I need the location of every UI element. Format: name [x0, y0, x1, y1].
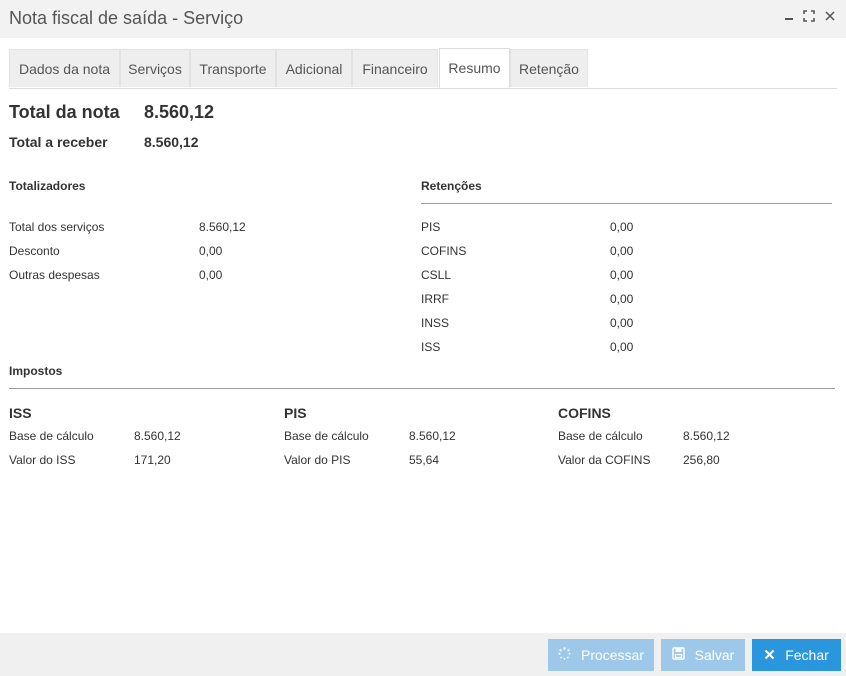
tab-servicos[interactable]: Serviços: [120, 49, 190, 87]
imposto-label: Base de cálculo: [9, 429, 94, 443]
retencao-value: 0,00: [610, 220, 634, 234]
totalizador-value: 0,00: [199, 244, 223, 258]
retencao-value: 0,00: [610, 244, 634, 258]
impostos-divider: [9, 388, 835, 389]
processar-label: Processar: [580, 647, 645, 663]
salvar-button[interactable]: Salvar: [661, 639, 745, 671]
total-receber-label: Total a receber: [9, 134, 108, 150]
minimize-icon[interactable]: [782, 10, 796, 26]
totalizador-value: 0,00: [199, 268, 223, 282]
close-icon: [764, 648, 775, 663]
imposto-value: 8.560,12: [409, 429, 456, 443]
retencoes-title: Retenções: [421, 179, 482, 193]
retencao-label: IRRF: [421, 292, 449, 306]
imposto-label: Valor do PIS: [284, 453, 351, 467]
totalizadores-title: Totalizadores: [9, 179, 86, 193]
processar-button[interactable]: Processar: [548, 639, 654, 671]
totalizador-value: 8.560,12: [199, 220, 246, 234]
tab-retencao[interactable]: Retenção: [510, 49, 588, 87]
total-nota-value: 8.560,12: [144, 102, 215, 122]
window-titlebar: Nota fiscal de saída - Serviço: [0, 0, 846, 38]
salvar-label: Salvar: [694, 647, 735, 663]
imposto-label: Base de cálculo: [284, 429, 369, 443]
tab-financeiro[interactable]: Financeiro: [352, 49, 438, 87]
imposto-label: Base de cálculo: [558, 429, 643, 443]
imposto-label: Valor do ISS: [9, 453, 76, 467]
save-icon: [671, 647, 685, 663]
retencoes-divider: [421, 203, 832, 204]
iss-group-title: ISS: [9, 405, 32, 421]
imposto-value: 8.560,12: [683, 429, 730, 443]
tab-transporte[interactable]: Transporte: [190, 49, 276, 87]
total-receber-value: 8.560,12: [144, 134, 199, 150]
maximize-icon[interactable]: [802, 10, 816, 26]
retencao-label: COFINS: [421, 244, 467, 258]
tab-resumo[interactable]: Resumo: [439, 48, 510, 88]
retencao-value: 0,00: [610, 292, 634, 306]
imposto-value: 8.560,12: [134, 429, 181, 443]
pis-group-title: PIS: [284, 405, 307, 421]
spinner-icon: [558, 647, 571, 663]
fechar-label: Fechar: [785, 647, 829, 663]
retencao-label: CSLL: [421, 268, 452, 282]
fechar-button[interactable]: Fechar: [752, 639, 841, 671]
tab-dados-da-nota[interactable]: Dados da nota: [9, 49, 120, 87]
retencao-label: PIS: [421, 220, 441, 234]
imposto-value: 55,64: [409, 453, 440, 467]
retencao-label: ISS: [421, 340, 441, 354]
retencao-value: 0,00: [610, 340, 634, 354]
total-nota-label: Total da nota: [9, 102, 120, 122]
cofins-group-title: COFINS: [558, 405, 611, 421]
retencao-value: 0,00: [610, 316, 634, 330]
totalizador-label: Desconto: [9, 244, 60, 258]
retencao-label: INSS: [421, 316, 450, 330]
imposto-value: 256,80: [683, 453, 720, 467]
totalizador-label: Total dos serviços: [9, 220, 105, 234]
impostos-title: Impostos: [9, 364, 63, 378]
imposto-value: 171,20: [134, 453, 171, 467]
totalizador-label: Outras despesas: [9, 268, 100, 282]
close-icon[interactable]: [823, 10, 837, 26]
tab-adicional[interactable]: Adicional: [276, 49, 352, 87]
imposto-label: Valor da COFINS: [558, 453, 651, 467]
retencao-value: 0,00: [610, 268, 634, 282]
tab-bar: Dados da nota Serviços Transporte Adicio…: [9, 48, 837, 89]
window-title: Nota fiscal de saída - Serviço: [9, 8, 244, 28]
